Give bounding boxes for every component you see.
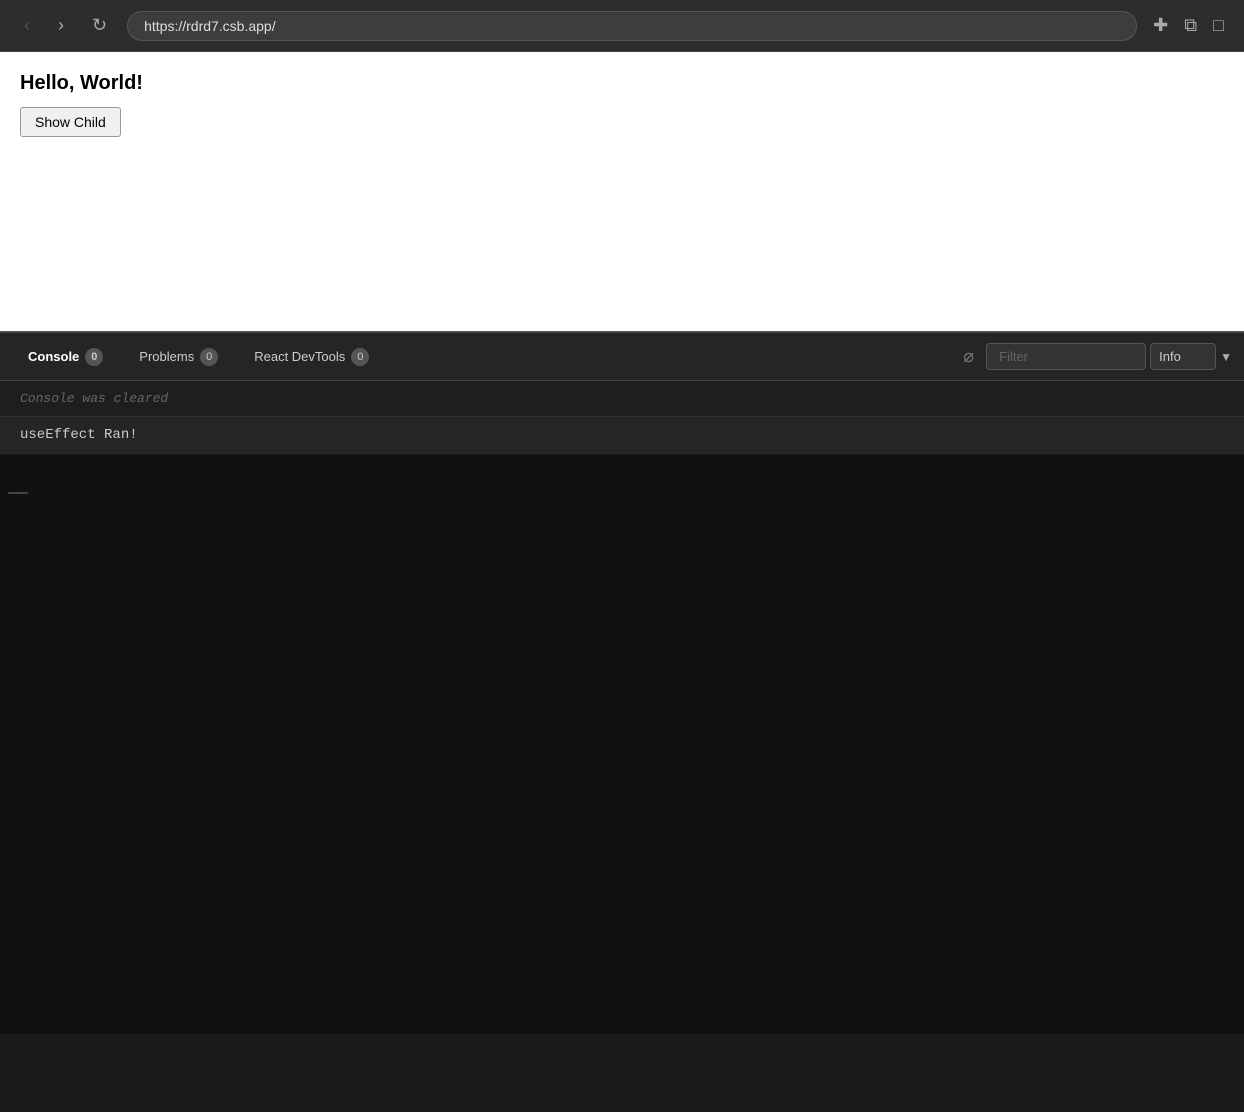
tab-console[interactable]: Console 0 [12,340,119,374]
filter-input[interactable] [986,343,1146,370]
log-level-select[interactable]: Info Verbose Warning Error [1150,343,1216,370]
console-tab-label: Console [28,349,79,364]
tab-problems[interactable]: Problems 0 [123,340,234,374]
chevron-down-icon: ▼ [1220,350,1232,364]
bottom-area [0,454,1244,1034]
problems-tab-label: Problems [139,349,194,364]
fullscreen-icon[interactable]: □ [1209,11,1228,40]
console-entry: useEffect Ran! [0,417,1244,454]
resize-handle[interactable] [8,492,28,494]
clear-console-button[interactable]: ⌀ [955,342,982,371]
devtools-tab-label: React DevTools [254,349,345,364]
forward-button[interactable]: › [50,11,72,40]
toolbar-icons: ✚ ⧉ □ [1149,11,1228,40]
address-bar[interactable] [127,11,1137,41]
page-title: Hello, World! [20,72,1224,95]
new-tab-icon[interactable]: ⧉ [1180,11,1201,40]
devtools-badge: 0 [351,348,369,366]
reload-button[interactable]: ↻ [84,11,115,40]
console-panel: Console 0 Problems 0 React DevTools 0 ⌀ … [0,332,1244,454]
console-badge: 0 [85,348,103,366]
browser-chrome: ‹ › ↻ ✚ ⧉ □ [0,0,1244,52]
console-cleared-message: Console was cleared [0,381,1244,417]
console-tabs: Console 0 Problems 0 React DevTools 0 ⌀ … [0,333,1244,381]
preview-area: Hello, World! Show Child [0,52,1244,332]
tab-react-devtools[interactable]: React DevTools 0 [238,340,385,374]
back-button[interactable]: ‹ [16,11,38,40]
extensions-icon[interactable]: ✚ [1149,11,1172,40]
log-level-wrapper: Info Verbose Warning Error ▼ [1150,343,1232,370]
problems-badge: 0 [200,348,218,366]
show-child-button[interactable]: Show Child [20,107,121,137]
console-content: Console was cleared useEffect Ran! [0,381,1244,454]
